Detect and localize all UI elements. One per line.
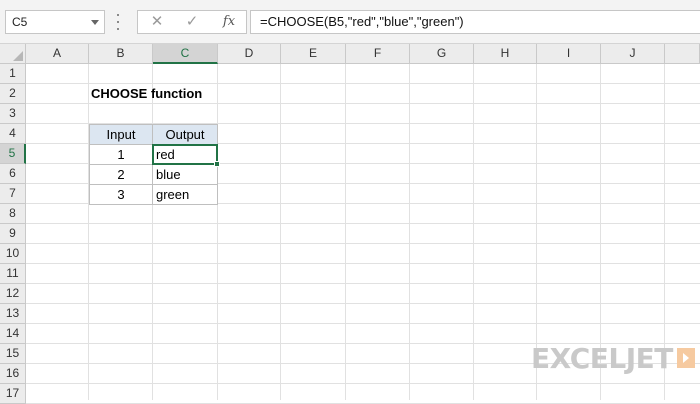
gridline [409,64,410,400]
name-box[interactable]: C5 [5,10,105,34]
row-header-4[interactable]: 4 [0,124,26,144]
gridline [26,223,700,224]
formula-input[interactable]: =CHOOSE(B5,"red","blue","green") [250,10,700,34]
active-cell-border[interactable] [152,144,218,165]
gridline [88,64,89,400]
drag-handle-icon[interactable] [116,14,120,30]
spreadsheet-grid: ABCDEFGHIJ 1 2 3 4 5 6 7 8 9 10 11 12 13 14 15 16 17 CHO… [0,44,700,404]
gridline [473,64,474,400]
table-header-input[interactable]: Input [89,124,153,145]
gridline [26,263,700,264]
fill-handle[interactable] [214,161,220,167]
row-header-11[interactable]: 11 [0,264,26,284]
sheet-title[interactable]: CHOOSE function [89,84,289,104]
row-header-15[interactable]: 15 [0,344,26,364]
column-header-e[interactable]: E [281,44,346,64]
column-header-partial[interactable] [665,44,700,64]
logo-text: EXCELJET [531,341,673,375]
column-header-a[interactable]: A [26,44,89,64]
name-box-value: C5 [12,15,28,29]
column-header-c[interactable]: C [153,44,218,64]
row-header-10[interactable]: 10 [0,244,26,264]
column-header-d[interactable]: D [218,44,281,64]
column-header-g[interactable]: G [410,44,474,64]
table-cell-input[interactable]: 2 [89,164,153,185]
chevron-down-icon[interactable] [91,20,99,25]
exceljet-logo: EXCELJET [531,341,695,375]
exceljet-arrow-icon [676,348,695,368]
table-cell-input[interactable]: 3 [89,184,153,205]
insert-function-icon[interactable]: fx [214,11,244,33]
row-header-17[interactable]: 17 [0,384,26,404]
gridline [280,64,281,400]
gridline [26,323,700,324]
gridline [26,283,700,284]
table-header-output[interactable]: Output [152,124,218,145]
row-header-13[interactable]: 13 [0,304,26,324]
row-header-2[interactable]: 2 [0,84,26,104]
row-header-12[interactable]: 12 [0,284,26,304]
row-header-8[interactable]: 8 [0,204,26,224]
column-header-f[interactable]: F [346,44,410,64]
column-header-i[interactable]: I [537,44,601,64]
cancel-icon[interactable]: ✕ [142,11,172,33]
row-header-16[interactable]: 16 [0,364,26,384]
enter-icon[interactable]: ✓ [177,11,207,33]
row-header-6[interactable]: 6 [0,164,26,184]
column-header-h[interactable]: H [474,44,537,64]
row-header-7[interactable]: 7 [0,184,26,204]
row-header-5[interactable]: 5 [0,144,26,164]
gridline [26,383,700,384]
select-all-button[interactable] [0,44,26,64]
row-header-3[interactable]: 3 [0,104,26,124]
select-all-icon [13,51,23,61]
formula-bar: C5 ✕ ✓ fx =CHOOSE(B5,"red","blue","green… [0,0,700,44]
gridline [26,243,700,244]
column-header-b[interactable]: B [89,44,153,64]
row-header-14[interactable]: 14 [0,324,26,344]
column-header-j[interactable]: J [601,44,665,64]
gridline [152,64,153,400]
table-cell-input[interactable]: 1 [89,144,153,165]
row-header-9[interactable]: 9 [0,224,26,244]
gridline [26,303,700,304]
gridline [217,64,218,400]
gridline [345,64,346,400]
formula-buttons: ✕ ✓ fx [137,10,247,34]
table-cell-output[interactable]: green [152,184,218,205]
row-header-1[interactable]: 1 [0,64,26,84]
table-cell-output[interactable]: blue [152,164,218,185]
